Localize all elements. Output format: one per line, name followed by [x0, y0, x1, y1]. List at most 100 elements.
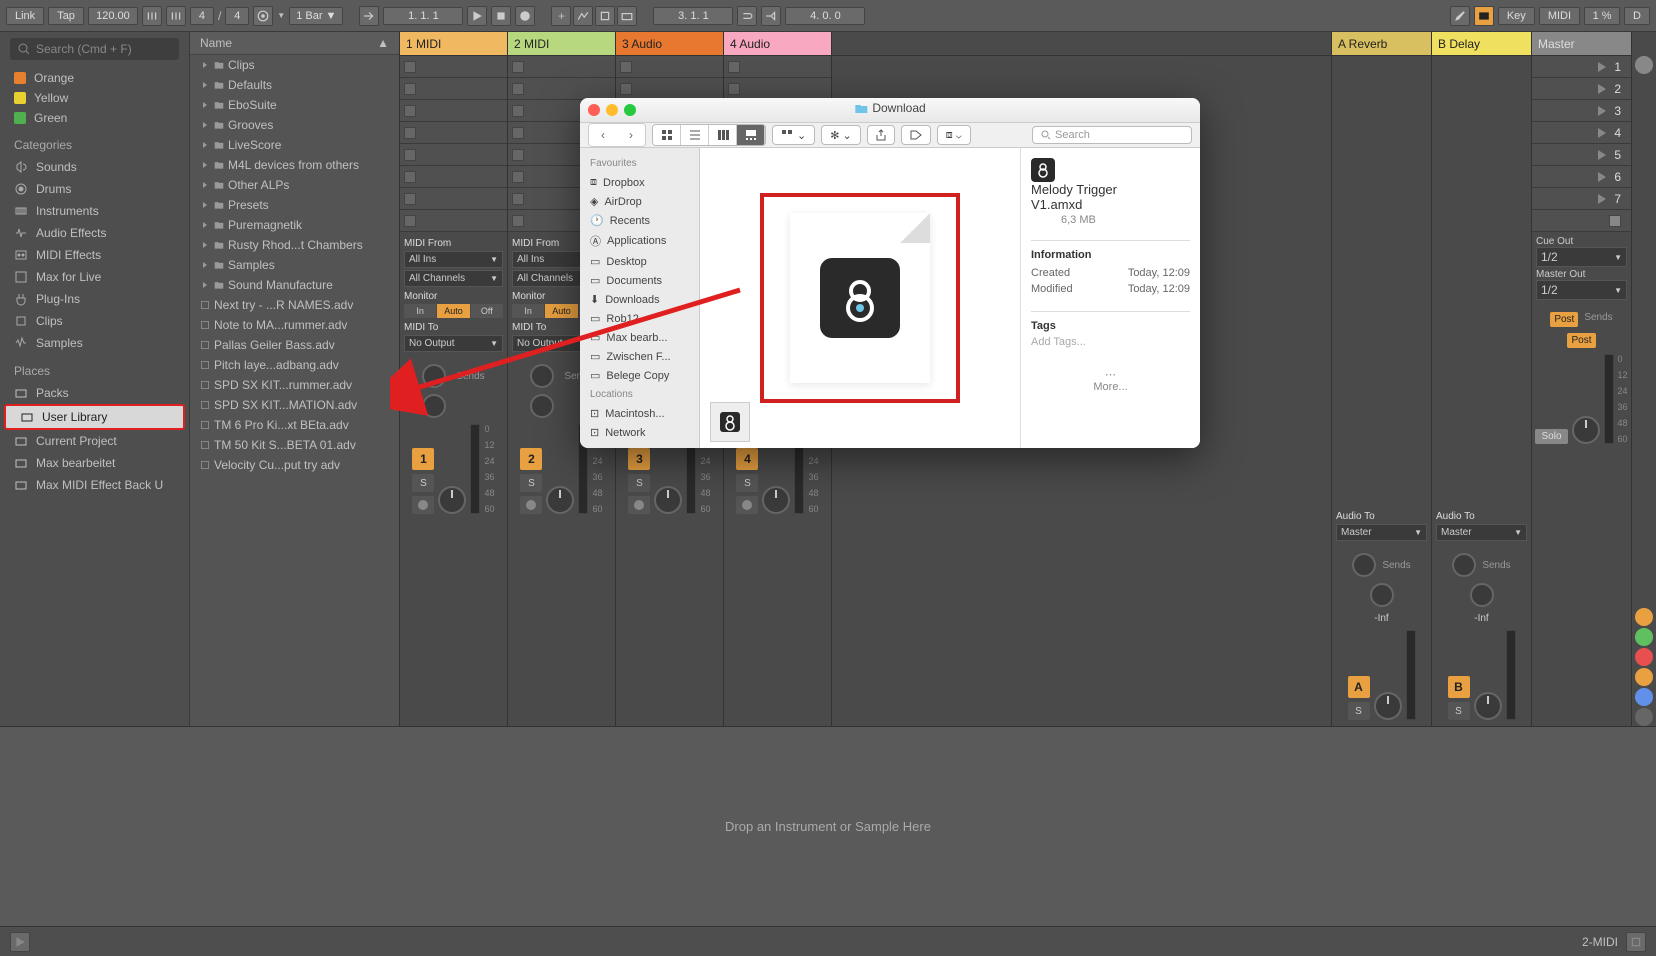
finder-titlebar[interactable]: Download [580, 98, 1200, 123]
search-input[interactable]: Search (Cmd + F) [10, 38, 179, 60]
reenable-automation-icon[interactable] [595, 6, 615, 26]
category-samples[interactable]: Samples [0, 332, 189, 354]
quantize-menu[interactable]: 1 Bar ▼ [289, 7, 343, 25]
place-max-midi-effect-back-u[interactable]: Max MIDI Effect Back U [0, 474, 189, 496]
folder-item[interactable]: Clips [190, 55, 399, 75]
key-map-button[interactable]: Key [1498, 7, 1535, 25]
computer-midi-keyboard-icon[interactable] [1474, 6, 1494, 26]
category-plug-ins[interactable]: Plug-Ins [0, 288, 189, 310]
detail-view[interactable]: Drop an Instrument or Sample Here [0, 726, 1656, 926]
monitor-auto-button[interactable]: Auto [545, 304, 577, 318]
stop-all-slot[interactable] [400, 210, 507, 232]
track-header[interactable]: 4 Audio [724, 32, 831, 56]
finder-sidebar-item[interactable]: ⒶApplications [580, 230, 699, 252]
folder-item[interactable]: Grooves [190, 115, 399, 135]
monitor-in-button[interactable]: In [512, 304, 544, 318]
link-button[interactable]: Link [6, 7, 44, 25]
midi-from-menu[interactable]: All Ins▼ [404, 251, 503, 268]
scene-slot[interactable]: 4 [1532, 122, 1631, 144]
forward-button[interactable]: › [617, 124, 645, 146]
track-header[interactable]: A Reverb [1332, 32, 1431, 56]
track-activator-button[interactable]: 3 [628, 448, 650, 470]
arm-button[interactable] [736, 496, 758, 514]
audio-to-menu[interactable]: Master▼ [1436, 524, 1527, 541]
category-max-for-live[interactable]: Max for Live [0, 266, 189, 288]
pan-knob[interactable] [546, 486, 574, 514]
dropbox-menu[interactable]: ⧈ ⌄ [937, 125, 971, 145]
zoom-icon[interactable] [624, 104, 636, 116]
play-icon[interactable] [467, 6, 487, 26]
send-b-knob[interactable] [1470, 583, 1494, 607]
status-play-icon[interactable] [10, 932, 30, 952]
scene-slot[interactable]: 6 [1532, 166, 1631, 188]
category-clips[interactable]: Clips [0, 310, 189, 332]
finder-sidebar-item[interactable]: ⊡Network [580, 423, 699, 442]
strip-btn-s[interactable] [1635, 628, 1653, 646]
folder-item[interactable]: LiveScore [190, 135, 399, 155]
send-b-knob[interactable] [1370, 583, 1394, 607]
post-button[interactable]: Post [1550, 312, 1578, 327]
audio-to-menu[interactable]: Master▼ [1336, 524, 1427, 541]
overdub-icon[interactable]: + [551, 6, 571, 26]
finder-search-input[interactable]: Search [1032, 126, 1192, 144]
punch-in-icon[interactable] [761, 6, 781, 26]
clip-slot[interactable] [400, 122, 507, 144]
tempo-field[interactable]: 120.00 [88, 7, 138, 25]
strip-btn-io[interactable] [1635, 608, 1653, 626]
tap-button[interactable]: Tap [48, 7, 84, 25]
file-item[interactable]: TM 6 Pro Ki...xt BEta.adv [190, 415, 399, 435]
place-user-library[interactable]: User Library [4, 404, 185, 430]
disk-overload-button[interactable]: D [1624, 7, 1650, 25]
scene-slot[interactable]: 1 [1532, 56, 1631, 78]
strip-btn-d[interactable] [1635, 688, 1653, 706]
midi-to-menu[interactable]: No Output▼ [404, 335, 503, 352]
post-button[interactable]: Post [1567, 333, 1595, 348]
send-a-knob[interactable] [1352, 553, 1376, 577]
add-tags-input[interactable]: Add Tags... [1031, 336, 1190, 348]
file-item[interactable]: TM 50 Kit S...BETA 01.adv [190, 435, 399, 455]
file-item[interactable]: Pitch laye...adbang.adv [190, 355, 399, 375]
arrange-menu[interactable]: ⌄ [772, 125, 815, 145]
folder-item[interactable]: Presets [190, 195, 399, 215]
finder-window[interactable]: Download ‹ › ⌄ ✻ ⌄ ⧈ ⌄ Search Favourites… [580, 98, 1200, 448]
metronome-arrow-icon[interactable]: ▼ [277, 11, 285, 20]
solo-button[interactable]: S [736, 474, 758, 492]
strip-btn-x[interactable] [1635, 708, 1653, 726]
file-item[interactable]: Velocity Cu...put try adv [190, 455, 399, 475]
send-b-knob[interactable] [422, 394, 446, 418]
midi-map-button[interactable]: MIDI [1539, 7, 1580, 25]
track-header[interactable]: 3 Audio [616, 32, 723, 56]
solo-button[interactable]: S [1348, 702, 1370, 720]
track-activator-button[interactable]: 1 [412, 448, 434, 470]
scene-slot[interactable]: 7 [1532, 188, 1631, 210]
arm-button[interactable] [520, 496, 542, 514]
strip-io-icon[interactable] [1635, 56, 1653, 74]
record-icon[interactable] [515, 6, 535, 26]
folder-item[interactable]: Defaults [190, 75, 399, 95]
send-a-knob[interactable] [1452, 553, 1476, 577]
monitor-off-button[interactable]: Off [471, 304, 503, 318]
place-max-bearbeitet[interactable]: Max bearbeitet [0, 452, 189, 474]
pan-knob[interactable] [1572, 416, 1600, 444]
finder-sidebar-item[interactable]: ⊡Macintosh... [580, 404, 699, 423]
midi-channel-menu[interactable]: All Channels▼ [404, 270, 503, 287]
category-midi-effects[interactable]: MIDI Effects [0, 244, 189, 266]
more-button[interactable]: ⋯ More... [1031, 368, 1190, 393]
solo-button[interactable]: S [628, 474, 650, 492]
finder-sidebar-item[interactable]: ▭Max bearb... [580, 328, 699, 347]
clip-slot[interactable] [616, 78, 723, 100]
file-item[interactable]: Note to MA...rummer.adv [190, 315, 399, 335]
monitor-auto-button[interactable]: Auto [437, 304, 469, 318]
draw-mode-icon[interactable] [1450, 6, 1470, 26]
send-b-knob[interactable] [530, 394, 554, 418]
send-a-knob[interactable] [530, 364, 554, 388]
minimize-icon[interactable] [606, 104, 618, 116]
tags-button[interactable] [901, 125, 931, 145]
loop-length[interactable]: 4. 0. 0 [785, 7, 865, 25]
folder-item[interactable]: Rusty Rhod...t Chambers [190, 235, 399, 255]
place-current-project[interactable]: Current Project [0, 430, 189, 452]
track-header[interactable]: B Delay [1432, 32, 1531, 56]
pan-knob[interactable] [1474, 692, 1502, 720]
status-collapse-icon[interactable] [1626, 932, 1646, 952]
category-drums[interactable]: Drums [0, 178, 189, 200]
